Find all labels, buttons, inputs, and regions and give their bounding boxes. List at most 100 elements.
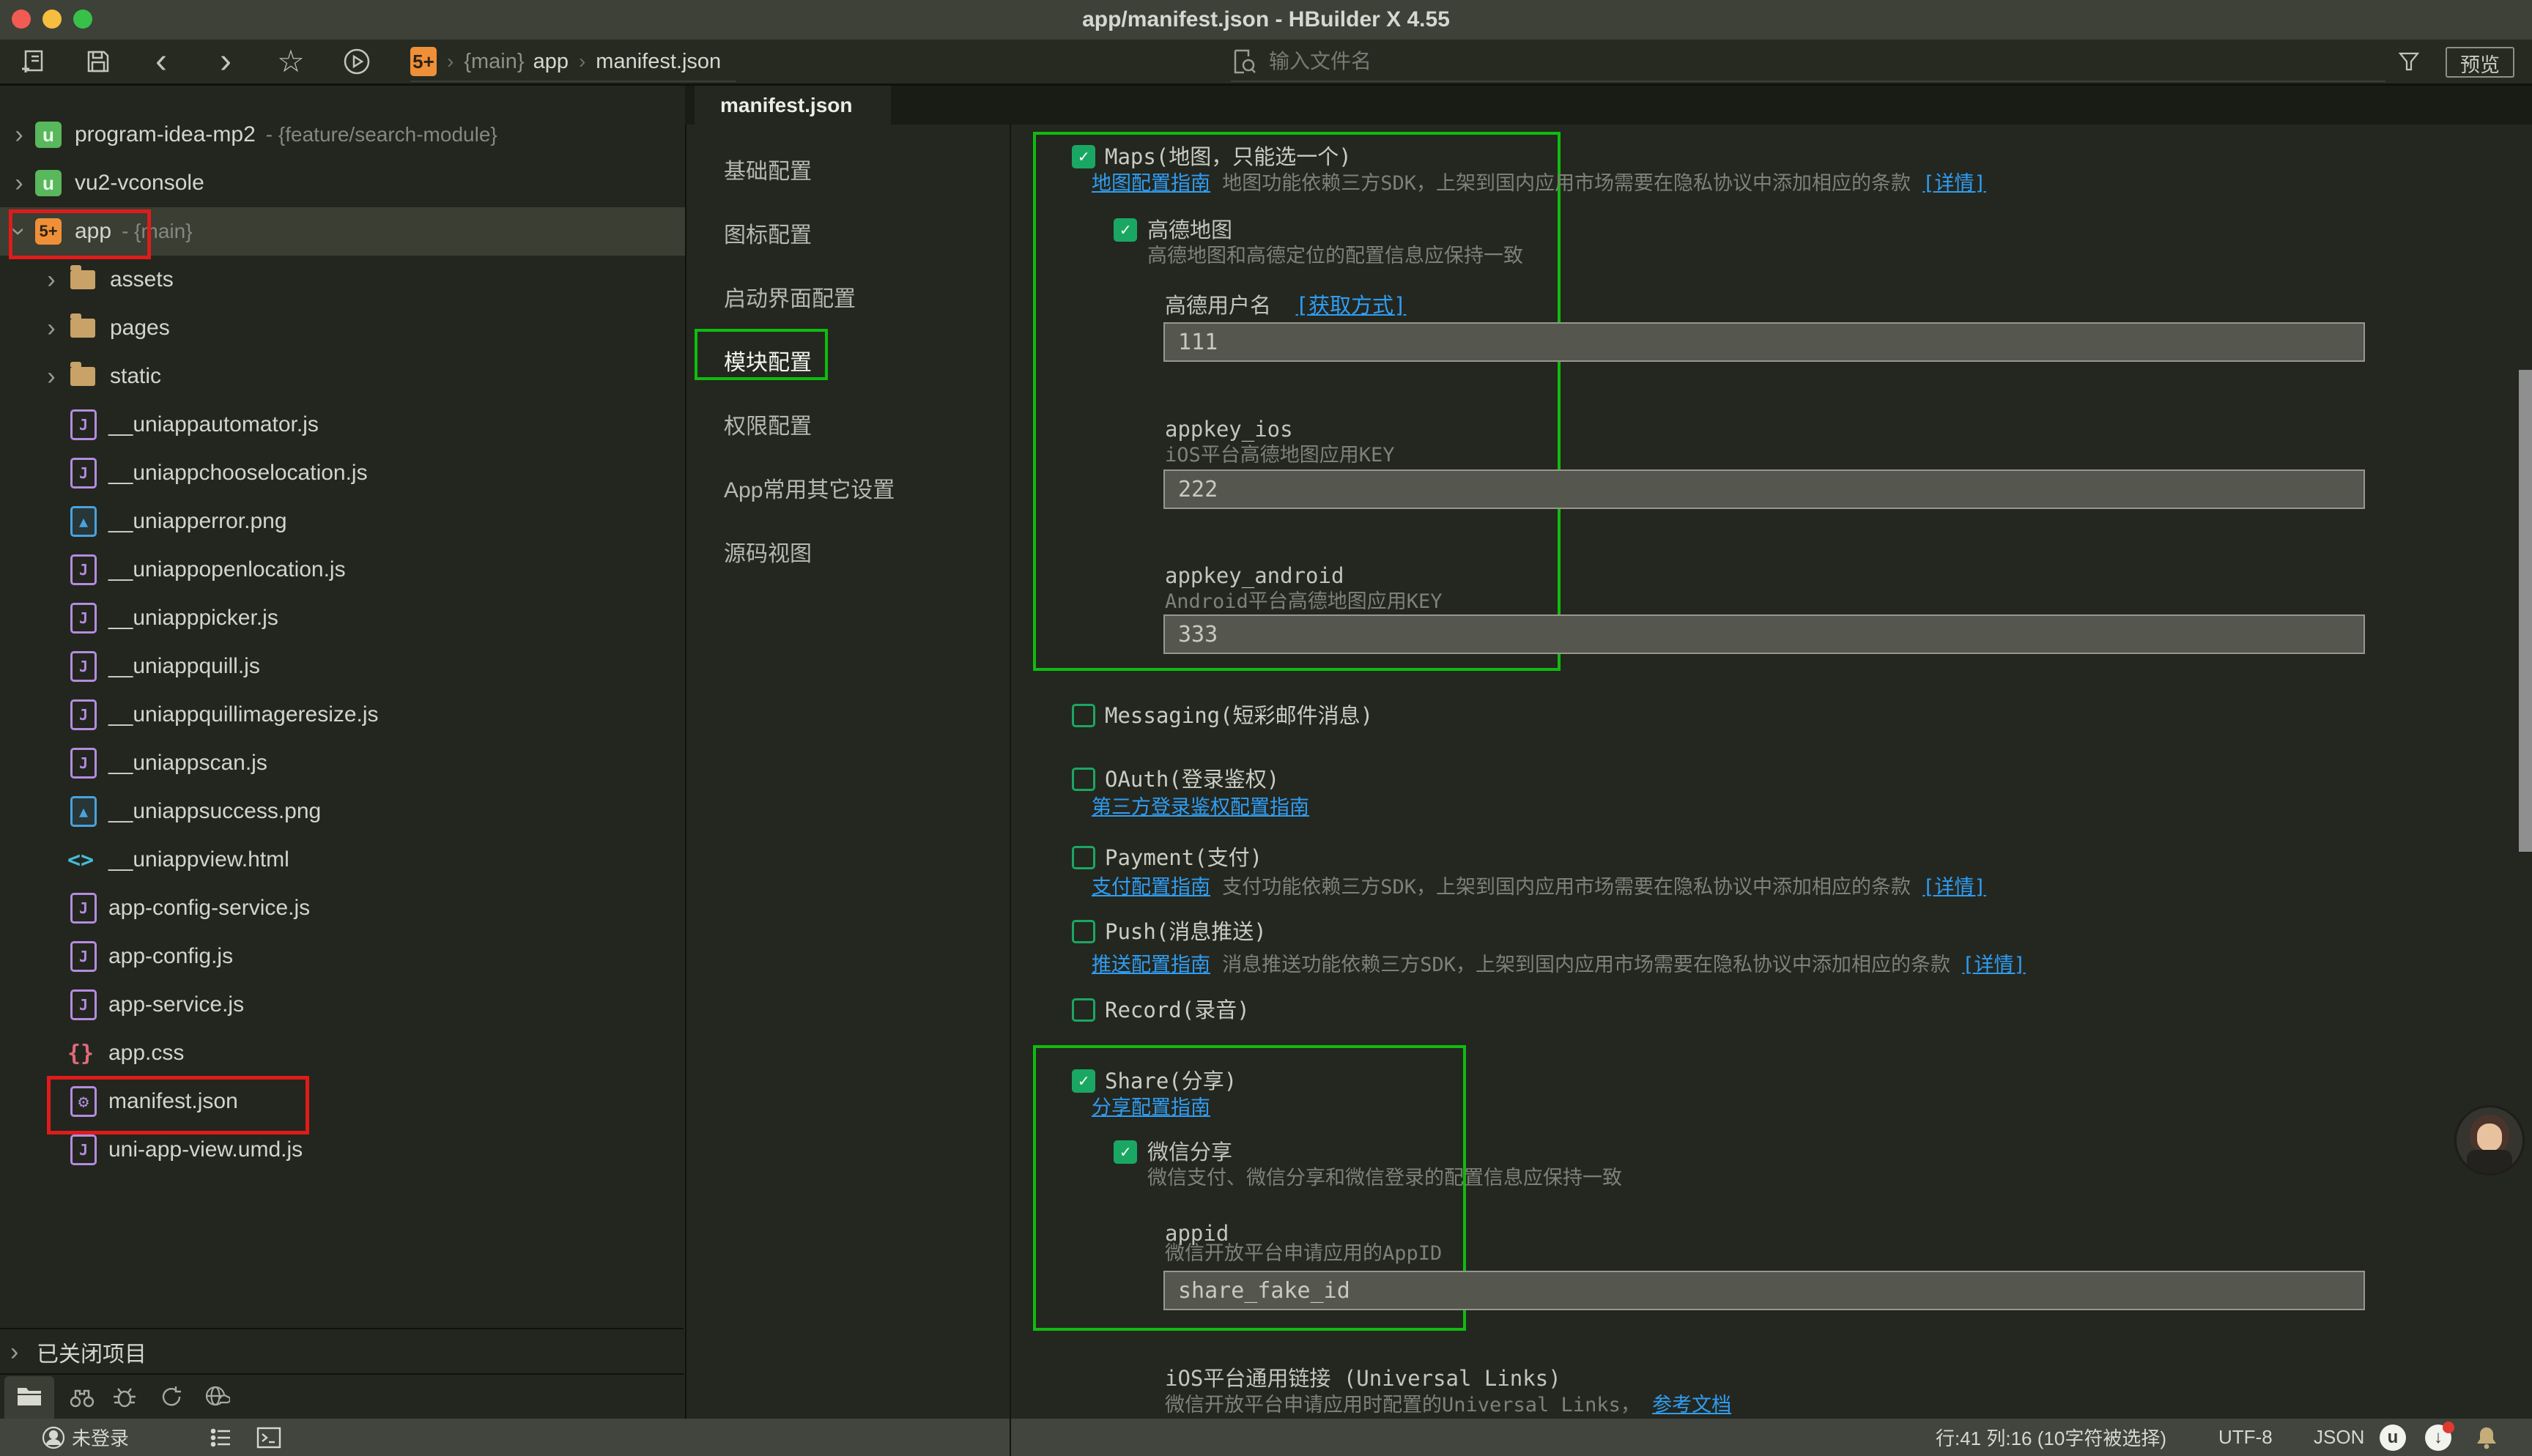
maps-detail-link[interactable]: [详情] [1922, 172, 1986, 195]
payment-detail-link[interactable]: [详情] [1922, 876, 1986, 899]
navigate-forward-icon[interactable]: › [211, 40, 240, 83]
oauth-checkbox-unchecked[interactable] [1072, 768, 1095, 791]
share-guide-link[interactable]: 分享配置指南 [1092, 1096, 1210, 1119]
nav-item-basic-config[interactable]: 基础配置 [724, 153, 812, 185]
js-file-icon: J [70, 748, 97, 779]
payment-label: Payment(支付) [1105, 846, 1262, 869]
tree-item-label: __uniapperror.png [108, 509, 287, 534]
universal-links-note-row: 微信开放平台申请应用时配置的Universal Links， 参考文档 [1165, 1394, 1731, 1416]
user-person-icon[interactable] [41, 1419, 66, 1456]
tree-row-file[interactable]: J app-config-service.js [0, 884, 685, 932]
assistant-avatar[interactable] [2454, 1105, 2525, 1175]
image-file-icon: ▲ [70, 796, 97, 827]
chevron-right-icon[interactable]: › [10, 1338, 18, 1367]
breadcrumb-branch[interactable]: {main} [464, 50, 524, 74]
tree-row-folder[interactable]: › static [0, 352, 685, 401]
files-folder-icon[interactable] [16, 1385, 42, 1411]
tree-row-file[interactable]: J __uniappautomator.js [0, 401, 685, 449]
breadcrumb-file[interactable]: manifest.json [596, 50, 721, 74]
tree-row-file[interactable]: {} app.css [0, 1029, 685, 1077]
tree-row-file[interactable]: J __uniappopenlocation.js [0, 546, 685, 594]
messaging-checkbox-unchecked[interactable] [1072, 704, 1095, 727]
annotation-red-box-manifest [47, 1076, 309, 1134]
outline-list-icon[interactable] [210, 1419, 233, 1456]
debug-bug-icon[interactable] [111, 1385, 138, 1412]
save-icon[interactable] [84, 40, 113, 83]
amap-user-label: 高德用户名 [1165, 293, 1271, 318]
maps-checkbox-checked[interactable]: ✓ [1072, 145, 1095, 168]
tree-row-folder[interactable]: › assets [0, 256, 685, 304]
wx-appid-input[interactable] [1163, 1271, 2365, 1310]
tree-row-project[interactable]: › u program-idea-mp2 - {feature/search-m… [0, 111, 685, 159]
sync-refresh-icon[interactable] [158, 1385, 185, 1412]
tree-row-project[interactable]: › u vu2-vconsole [0, 159, 685, 207]
chevron-right-icon[interactable]: › [10, 171, 28, 196]
chevron-right-icon[interactable]: › [10, 122, 28, 147]
push-guide-link[interactable]: 推送配置指南 [1092, 954, 1210, 976]
share-label: Share(分享) [1105, 1069, 1237, 1093]
maps-note: 地图功能依赖三方SDK，上架到国内应用市场需要在隐私协议中添加相应的条款 [1222, 172, 1911, 195]
appkey-android-input[interactable] [1163, 614, 2365, 654]
vertical-scrollbar-thumb[interactable] [2519, 370, 2532, 852]
chevron-right-icon[interactable]: › [42, 267, 60, 292]
appkey-ios-input[interactable] [1163, 469, 2365, 509]
oauth-guide-link[interactable]: 第三方登录鉴权配置指南 [1092, 796, 1309, 819]
preview-button[interactable]: 预览 [2446, 47, 2514, 78]
push-detail-link[interactable]: [详情] [1962, 954, 2026, 976]
tree-row-file[interactable]: J __uniappscan.js [0, 739, 685, 787]
terminal-icon[interactable] [256, 1419, 281, 1456]
tree-row-folder[interactable]: › pages [0, 304, 685, 352]
amap-user-howto-link[interactable]: [获取方式] [1295, 293, 1406, 318]
tree-row-file[interactable]: J __uniappquillimageresize.js [0, 691, 685, 739]
login-status-label[interactable]: 未登录 [72, 1419, 129, 1456]
globe-cloud-icon[interactable] [204, 1385, 230, 1412]
chevron-right-icon[interactable]: › [42, 316, 60, 341]
filter-funnel-icon[interactable] [2394, 40, 2424, 83]
new-project-icon[interactable] [18, 40, 47, 83]
payment-guide-link[interactable]: 支付配置指南 [1092, 876, 1210, 899]
universal-links-doc-link[interactable]: 参考文档 [1652, 1394, 1731, 1416]
tree-item-label: __uniappsuccess.png [108, 799, 321, 824]
nav-item-source-view[interactable]: 源码视图 [724, 535, 812, 568]
annotation-green-box-module-config [695, 329, 828, 380]
tree-row-file[interactable]: ▲ __uniapperror.png [0, 497, 685, 546]
nav-item-icon-config[interactable]: 图标配置 [724, 217, 812, 249]
share-checkbox-checked[interactable]: ✓ [1072, 1069, 1095, 1093]
js-file-icon: J [70, 893, 97, 924]
nav-item-launch-screen-config[interactable]: 启动界面配置 [724, 281, 856, 313]
amap-user-input[interactable] [1163, 322, 2365, 362]
amap-user-row: 高德用户名 [获取方式] [1165, 294, 1406, 316]
tree-row-file[interactable]: ▲ __uniappsuccess.png [0, 787, 685, 836]
nav-item-permission-config[interactable]: 权限配置 [724, 408, 812, 440]
payment-checkbox-unchecked[interactable] [1072, 846, 1095, 869]
tree-row-file[interactable]: J __uniappchooselocation.js [0, 449, 685, 497]
breadcrumb-project[interactable]: app [533, 50, 569, 74]
tree-row-file[interactable]: J app-config.js [0, 932, 685, 981]
avatar-body [2467, 1150, 2512, 1175]
navigate-back-icon[interactable]: ‹ [147, 40, 176, 83]
closed-projects-section[interactable]: › 已关闭项目 [0, 1328, 684, 1375]
file-search-icon [1231, 49, 1256, 74]
record-checkbox-unchecked[interactable] [1072, 998, 1095, 1022]
search-binoculars-icon[interactable] [69, 1385, 95, 1412]
push-checkbox-unchecked[interactable] [1072, 920, 1095, 943]
run-icon[interactable] [341, 40, 373, 83]
chevron-right-icon[interactable]: › [42, 364, 60, 389]
tree-item-label: __uniappscan.js [108, 751, 267, 776]
bookmark-star-icon[interactable]: ☆ [275, 40, 307, 83]
closed-projects-label: 已关闭项目 [37, 1336, 147, 1368]
tree-row-file[interactable]: J __uniapppicker.js [0, 594, 685, 642]
tab-manifest-json[interactable]: manifest.json [695, 86, 891, 125]
maps-guide-link[interactable]: 地图配置指南 [1092, 172, 1210, 195]
wxshare-checkbox-checked[interactable]: ✓ [1114, 1140, 1137, 1164]
uniapp-project-icon: u [35, 170, 62, 196]
search-input[interactable] [1267, 49, 2281, 74]
tree-row-file[interactable]: J app-service.js [0, 981, 685, 1029]
tree-row-file[interactable]: <> __uniappview.html [0, 836, 685, 884]
tree-item-label: __uniapppicker.js [108, 606, 278, 631]
tree-item-label: __uniappquillimageresize.js [108, 702, 379, 727]
tree-item-label: app-config-service.js [108, 896, 310, 921]
amap-checkbox-checked[interactable]: ✓ [1114, 218, 1137, 242]
tree-row-file[interactable]: J __uniappquill.js [0, 642, 685, 691]
nav-item-app-other-settings[interactable]: App常用其它设置 [724, 472, 895, 504]
